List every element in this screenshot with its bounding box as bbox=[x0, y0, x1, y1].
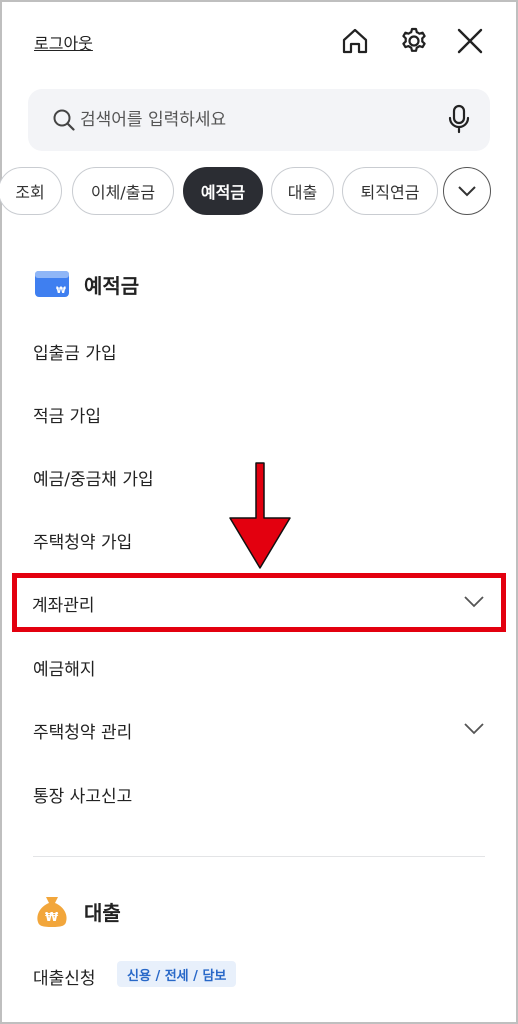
section-title-loan: ₩ 대출 bbox=[34, 894, 121, 928]
gear-icon[interactable] bbox=[399, 26, 429, 56]
more-tabs-button[interactable] bbox=[443, 167, 491, 215]
divider bbox=[33, 856, 485, 857]
chevron-down-icon bbox=[458, 185, 476, 196]
menu-item-checking-signup[interactable]: 입출금 가입 bbox=[33, 339, 117, 364]
tab-deposit[interactable]: 예적금 bbox=[183, 167, 263, 215]
microphone-icon[interactable] bbox=[446, 104, 472, 134]
close-icon[interactable] bbox=[455, 26, 485, 56]
arrow-down-icon bbox=[229, 462, 291, 569]
menu-item-housing-subscription-management[interactable]: 주택청약 관리 bbox=[33, 718, 132, 743]
deposit-card-icon: ₩ bbox=[35, 271, 69, 297]
chevron-down-icon[interactable] bbox=[464, 723, 484, 735]
tab-pension[interactable]: 퇴직연금 bbox=[342, 167, 438, 215]
section-title-deposit: ₩ 예적금 bbox=[34, 269, 139, 299]
menu-item-loan-application[interactable]: 대출신청 bbox=[33, 964, 96, 989]
money-bag-icon: ₩ bbox=[37, 897, 67, 927]
menu-item-account-management[interactable]: 계좌관리 bbox=[32, 591, 95, 616]
search-input[interactable] bbox=[80, 89, 430, 151]
search-icon bbox=[53, 109, 75, 131]
svg-text:₩: ₩ bbox=[45, 910, 59, 924]
chevron-down-icon[interactable] bbox=[464, 596, 484, 608]
section-label: 예적금 bbox=[84, 273, 140, 298]
tab-transfer[interactable]: 이체/출금 bbox=[72, 167, 174, 215]
tab-loan[interactable]: 대출 bbox=[271, 167, 334, 215]
search-bar[interactable] bbox=[28, 89, 490, 151]
menu-item-passbook-loss-report[interactable]: 통장 사고신고 bbox=[33, 782, 132, 807]
menu-item-deposit-termination[interactable]: 예금해지 bbox=[33, 655, 96, 680]
menu-item-savings-signup[interactable]: 적금 가입 bbox=[33, 402, 101, 427]
svg-text:₩: ₩ bbox=[56, 286, 66, 296]
logout-link[interactable]: 로그아웃 bbox=[34, 30, 93, 54]
home-icon[interactable] bbox=[340, 26, 370, 56]
loan-types-badge: 신용 / 전세 / 담보 bbox=[117, 961, 237, 987]
tab-inquiry[interactable]: 조회 bbox=[0, 167, 62, 215]
section-label: 대출 bbox=[84, 900, 121, 925]
category-tabs: 조회 이체/출금 예적금 대출 퇴직연금 bbox=[0, 166, 518, 216]
menu-item-deposit-signup[interactable]: 예금/중금채 가입 bbox=[33, 465, 154, 490]
menu-item-housing-subscription-signup[interactable]: 주택청약 가입 bbox=[33, 528, 132, 553]
